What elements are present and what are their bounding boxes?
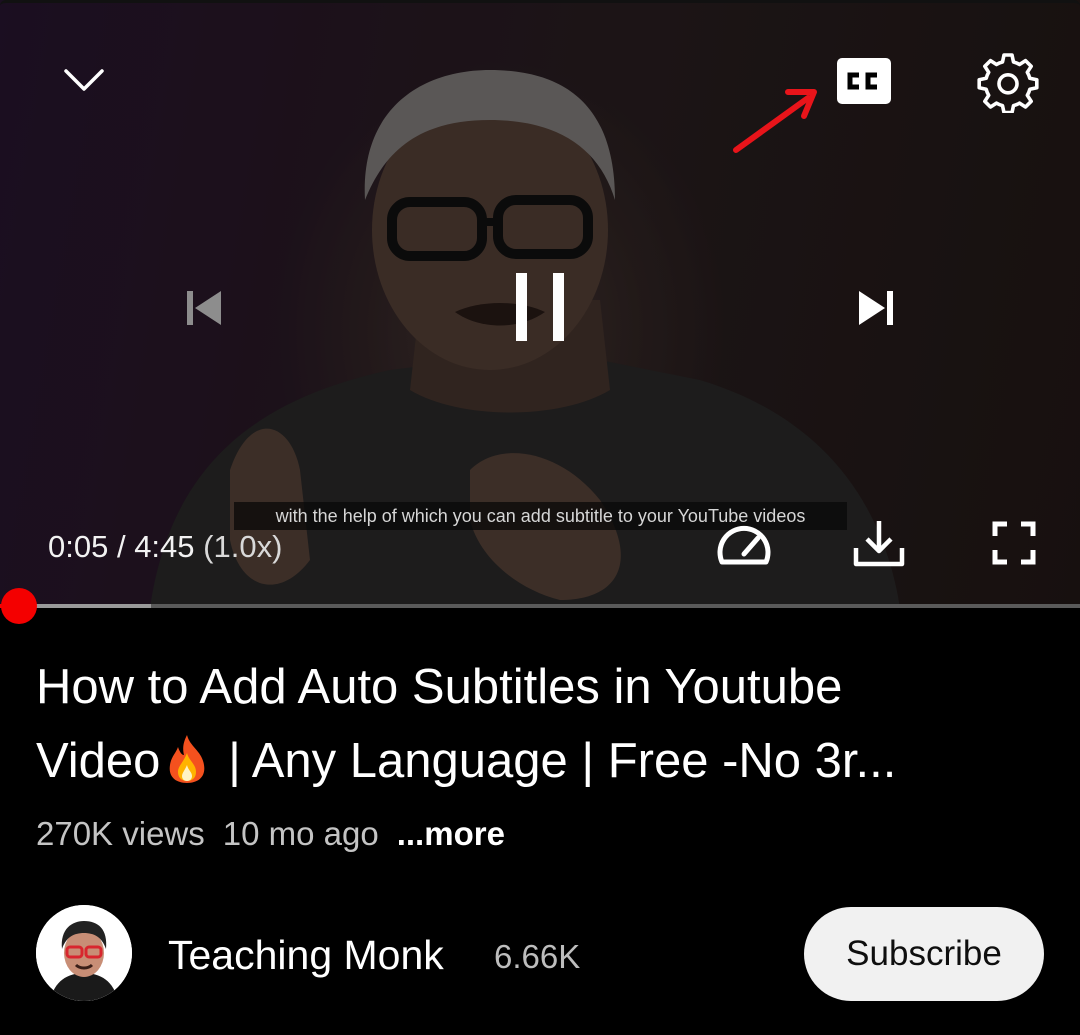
video-title-rest: | Any Language | Free -No 3r... (214, 734, 897, 788)
settings-button[interactable] (972, 46, 1044, 118)
time-display: 0:05 / 4:45 (1.0x) (48, 527, 282, 567)
download-button[interactable] (846, 512, 912, 574)
fullscreen-button[interactable] (982, 512, 1046, 574)
video-player[interactable]: with the help of which you can add subti… (0, 0, 1080, 608)
download-icon (853, 521, 905, 567)
seek-scrubber[interactable] (0, 588, 37, 624)
channel-row: Teaching Monk 6.66K Subscribe (36, 905, 1046, 1001)
closed-captions-icon (837, 58, 891, 104)
video-title-line-1: How to Add Auto Subtitles in Youtube (36, 660, 843, 714)
next-video-button[interactable] (840, 278, 912, 338)
view-count: 270K views (36, 815, 205, 852)
collapse-player-button[interactable] (52, 52, 116, 108)
channel-avatar-image (36, 905, 132, 1001)
chevron-down-icon (64, 69, 104, 91)
video-title[interactable]: How to Add Auto Subtitles in Youtube Vid… (36, 650, 1046, 798)
subscriber-count: 6.66K (494, 938, 581, 975)
more-description-link[interactable]: ...more (397, 815, 505, 852)
fire-emoji-icon (170, 735, 205, 783)
previous-video-button[interactable] (170, 278, 238, 338)
video-duration: 4:45 (134, 529, 195, 564)
subscribe-button[interactable]: Subscribe (804, 907, 1044, 1001)
upload-age: 10 mo ago (222, 815, 379, 852)
pause-button[interactable] (495, 262, 585, 352)
skip-previous-icon (187, 291, 221, 325)
gear-icon (977, 53, 1039, 113)
captions-button[interactable] (834, 55, 894, 107)
pause-icon (516, 273, 564, 341)
skip-next-icon (859, 291, 893, 325)
playback-speed-button[interactable] (710, 516, 778, 574)
frame-edge (0, 0, 1080, 6)
speedometer-icon (717, 525, 771, 565)
channel-name[interactable]: Teaching Monk (168, 931, 444, 979)
channel-avatar[interactable] (36, 905, 132, 1001)
current-time: 0:05 (48, 529, 109, 564)
time-separator: / (108, 529, 135, 564)
annotation-arrow-icon (733, 89, 817, 153)
video-title-line-2: Video | Any Language | Free -No 3r... (36, 724, 1046, 798)
fullscreen-icon (992, 521, 1036, 565)
playback-rate: (1.0x) (203, 529, 283, 564)
video-meta: 270K views 10 mo ago ...more (36, 812, 523, 856)
seek-bar[interactable] (0, 604, 1080, 608)
video-title-word: Video (36, 734, 161, 788)
